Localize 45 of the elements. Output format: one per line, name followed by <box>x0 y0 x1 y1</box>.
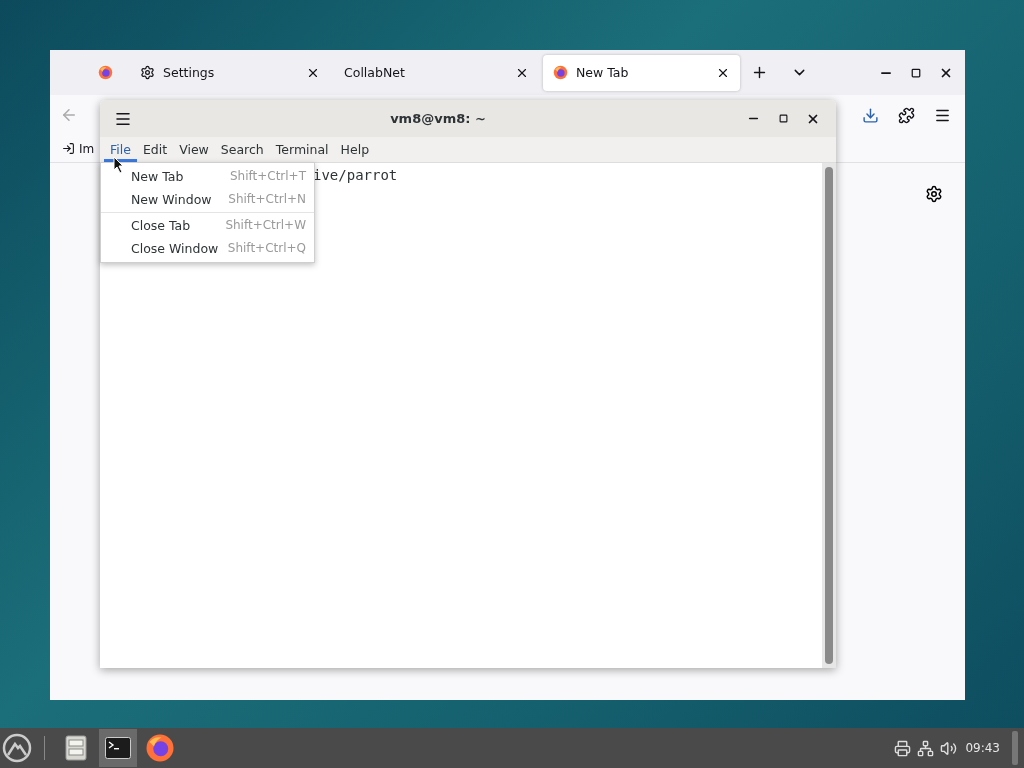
browser-tab[interactable]: CollabNet <box>334 54 539 91</box>
window-title: vm8@vm8: ~ <box>389 111 487 126</box>
menu-entry-label: New Tab <box>131 169 184 184</box>
menu-entry-label: Close Tab <box>131 218 191 233</box>
firefox-icon <box>98 65 113 80</box>
scrollbar[interactable] <box>822 163 836 668</box>
taskbar-app[interactable] <box>99 729 137 767</box>
shortcut: Shift+Ctrl+N <box>228 192 306 207</box>
menu-entry[interactable]: Close Window Shift+Ctrl+Q <box>101 237 314 260</box>
browser-tab[interactable]: Settings <box>130 54 330 91</box>
menu-entry[interactable]: New Window Shift+Ctrl+N <box>101 188 314 211</box>
download-icon[interactable] <box>861 106 879 124</box>
firefox-icon <box>553 65 568 80</box>
shortcut: Shift+Ctrl+W <box>225 218 306 233</box>
gear-icon <box>140 65 155 80</box>
network-icon[interactable] <box>917 739 935 757</box>
file-cabinet-icon <box>65 735 87 761</box>
puzzle-icon[interactable] <box>897 106 915 124</box>
menu-entry[interactable]: Close Tab Shift+Ctrl+W <box>101 214 314 237</box>
browser-tab[interactable]: New Tab <box>543 54 740 91</box>
terminal-line: ive/parrot <box>313 167 399 183</box>
import-icon <box>62 142 75 155</box>
settings-icon[interactable] <box>925 185 943 203</box>
tab-label: CollabNet <box>344 65 406 80</box>
menu-entry[interactable]: New Tab Shift+Ctrl+T <box>101 165 314 188</box>
menu-item[interactable]: Terminal <box>269 137 335 162</box>
mountain-logo-icon[interactable] <box>2 733 32 763</box>
menu-item[interactable]: View <box>173 137 215 162</box>
menu-entry-label: Close Window <box>131 241 219 256</box>
terminal-icon <box>105 737 131 759</box>
tab-label: Settings <box>163 65 216 80</box>
menu-item[interactable]: Help <box>334 137 376 162</box>
menu-item[interactable]: Search <box>214 137 270 162</box>
menu-entry-label: New Window <box>131 192 212 207</box>
menu-item[interactable]: Edit <box>136 137 174 162</box>
maximize-icon[interactable] <box>911 67 921 78</box>
firefox-icon <box>145 733 175 763</box>
shortcut: Shift+Ctrl+T <box>229 169 306 184</box>
shortcut: Shift+Ctrl+Q <box>227 241 306 256</box>
maximize-icon[interactable] <box>778 114 788 123</box>
bookmark[interactable]: Im <box>62 141 95 156</box>
printer-icon[interactable] <box>894 739 912 757</box>
tab-label: New Tab <box>576 65 630 80</box>
clock[interactable]: 09:43 <box>965 741 1000 755</box>
volume-icon[interactable] <box>940 739 958 757</box>
